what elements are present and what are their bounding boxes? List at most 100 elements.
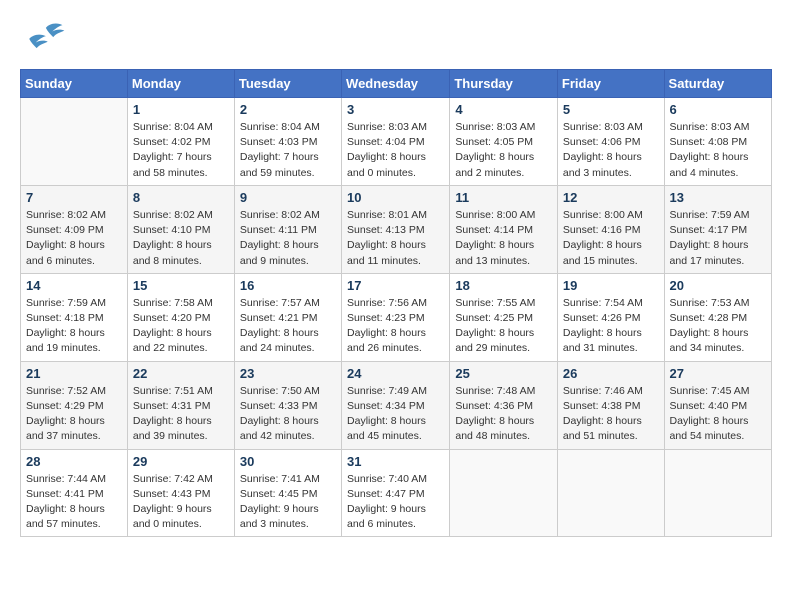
weekday-header-monday: Monday [127, 70, 234, 98]
weekday-header-tuesday: Tuesday [234, 70, 341, 98]
day-number: 21 [26, 366, 122, 381]
calendar-cell: 1 Sunrise: 8:04 AMSunset: 4:02 PMDayligh… [127, 98, 234, 186]
calendar-cell: 28 Sunrise: 7:44 AMSunset: 4:41 PMDaylig… [21, 449, 128, 537]
day-number: 4 [455, 102, 552, 117]
day-info: Sunrise: 8:04 AMSunset: 4:02 PMDaylight:… [133, 121, 213, 179]
day-info: Sunrise: 8:03 AMSunset: 4:06 PMDaylight:… [563, 121, 643, 179]
day-number: 2 [240, 102, 336, 117]
day-number: 30 [240, 454, 336, 469]
day-number: 1 [133, 102, 229, 117]
calendar-cell: 29 Sunrise: 7:42 AMSunset: 4:43 PMDaylig… [127, 449, 234, 537]
calendar-cell: 14 Sunrise: 7:59 AMSunset: 4:18 PMDaylig… [21, 273, 128, 361]
day-number: 24 [347, 366, 444, 381]
calendar-cell: 25 Sunrise: 7:48 AMSunset: 4:36 PMDaylig… [450, 361, 558, 449]
day-info: Sunrise: 8:03 AMSunset: 4:04 PMDaylight:… [347, 121, 427, 179]
page-header [20, 20, 772, 61]
day-number: 23 [240, 366, 336, 381]
week-row-5: 28 Sunrise: 7:44 AMSunset: 4:41 PMDaylig… [21, 449, 772, 537]
day-info: Sunrise: 7:40 AMSunset: 4:47 PMDaylight:… [347, 473, 427, 531]
week-row-3: 14 Sunrise: 7:59 AMSunset: 4:18 PMDaylig… [21, 273, 772, 361]
day-number: 3 [347, 102, 444, 117]
day-number: 15 [133, 278, 229, 293]
calendar-cell: 9 Sunrise: 8:02 AMSunset: 4:11 PMDayligh… [234, 185, 341, 273]
calendar-table: SundayMondayTuesdayWednesdayThursdayFrid… [20, 69, 772, 537]
day-info: Sunrise: 7:41 AMSunset: 4:45 PMDaylight:… [240, 473, 320, 531]
day-number: 29 [133, 454, 229, 469]
day-info: Sunrise: 7:45 AMSunset: 4:40 PMDaylight:… [670, 385, 750, 443]
day-number: 7 [26, 190, 122, 205]
weekday-header-sunday: Sunday [21, 70, 128, 98]
day-number: 27 [670, 366, 766, 381]
calendar-cell: 15 Sunrise: 7:58 AMSunset: 4:20 PMDaylig… [127, 273, 234, 361]
day-number: 31 [347, 454, 444, 469]
week-row-2: 7 Sunrise: 8:02 AMSunset: 4:09 PMDayligh… [21, 185, 772, 273]
calendar-cell: 13 Sunrise: 7:59 AMSunset: 4:17 PMDaylig… [664, 185, 771, 273]
day-info: Sunrise: 8:03 AMSunset: 4:08 PMDaylight:… [670, 121, 750, 179]
day-number: 14 [26, 278, 122, 293]
day-info: Sunrise: 8:00 AMSunset: 4:16 PMDaylight:… [563, 209, 643, 267]
day-number: 8 [133, 190, 229, 205]
weekday-header-thursday: Thursday [450, 70, 558, 98]
day-number: 20 [670, 278, 766, 293]
day-info: Sunrise: 7:46 AMSunset: 4:38 PMDaylight:… [563, 385, 643, 443]
calendar-cell: 17 Sunrise: 7:56 AMSunset: 4:23 PMDaylig… [342, 273, 450, 361]
week-row-1: 1 Sunrise: 8:04 AMSunset: 4:02 PMDayligh… [21, 98, 772, 186]
day-info: Sunrise: 7:51 AMSunset: 4:31 PMDaylight:… [133, 385, 213, 443]
day-info: Sunrise: 8:00 AMSunset: 4:14 PMDaylight:… [455, 209, 535, 267]
calendar-cell [664, 449, 771, 537]
calendar-cell: 5 Sunrise: 8:03 AMSunset: 4:06 PMDayligh… [557, 98, 664, 186]
calendar-cell: 19 Sunrise: 7:54 AMSunset: 4:26 PMDaylig… [557, 273, 664, 361]
calendar-cell [450, 449, 558, 537]
calendar-cell: 18 Sunrise: 7:55 AMSunset: 4:25 PMDaylig… [450, 273, 558, 361]
calendar-cell: 12 Sunrise: 8:00 AMSunset: 4:16 PMDaylig… [557, 185, 664, 273]
weekday-header-row: SundayMondayTuesdayWednesdayThursdayFrid… [21, 70, 772, 98]
calendar-cell: 23 Sunrise: 7:50 AMSunset: 4:33 PMDaylig… [234, 361, 341, 449]
day-info: Sunrise: 7:55 AMSunset: 4:25 PMDaylight:… [455, 297, 535, 355]
day-number: 17 [347, 278, 444, 293]
calendar-cell: 6 Sunrise: 8:03 AMSunset: 4:08 PMDayligh… [664, 98, 771, 186]
calendar-cell: 26 Sunrise: 7:46 AMSunset: 4:38 PMDaylig… [557, 361, 664, 449]
day-info: Sunrise: 7:48 AMSunset: 4:36 PMDaylight:… [455, 385, 535, 443]
day-info: Sunrise: 7:50 AMSunset: 4:33 PMDaylight:… [240, 385, 320, 443]
weekday-header-saturday: Saturday [664, 70, 771, 98]
day-number: 5 [563, 102, 659, 117]
day-number: 6 [670, 102, 766, 117]
calendar-cell [557, 449, 664, 537]
day-number: 10 [347, 190, 444, 205]
day-number: 28 [26, 454, 122, 469]
day-info: Sunrise: 7:52 AMSunset: 4:29 PMDaylight:… [26, 385, 106, 443]
calendar-cell: 10 Sunrise: 8:01 AMSunset: 4:13 PMDaylig… [342, 185, 450, 273]
day-number: 11 [455, 190, 552, 205]
day-info: Sunrise: 7:59 AMSunset: 4:17 PMDaylight:… [670, 209, 750, 267]
calendar-cell: 31 Sunrise: 7:40 AMSunset: 4:47 PMDaylig… [342, 449, 450, 537]
calendar-cell: 27 Sunrise: 7:45 AMSunset: 4:40 PMDaylig… [664, 361, 771, 449]
calendar-cell: 16 Sunrise: 7:57 AMSunset: 4:21 PMDaylig… [234, 273, 341, 361]
day-info: Sunrise: 7:57 AMSunset: 4:21 PMDaylight:… [240, 297, 320, 355]
calendar-cell: 24 Sunrise: 7:49 AMSunset: 4:34 PMDaylig… [342, 361, 450, 449]
day-info: Sunrise: 7:53 AMSunset: 4:28 PMDaylight:… [670, 297, 750, 355]
calendar-cell: 8 Sunrise: 8:02 AMSunset: 4:10 PMDayligh… [127, 185, 234, 273]
day-info: Sunrise: 7:44 AMSunset: 4:41 PMDaylight:… [26, 473, 106, 531]
calendar-cell: 2 Sunrise: 8:04 AMSunset: 4:03 PMDayligh… [234, 98, 341, 186]
logo-icon [20, 20, 68, 61]
calendar-cell: 7 Sunrise: 8:02 AMSunset: 4:09 PMDayligh… [21, 185, 128, 273]
day-info: Sunrise: 8:03 AMSunset: 4:05 PMDaylight:… [455, 121, 535, 179]
calendar-cell: 11 Sunrise: 8:00 AMSunset: 4:14 PMDaylig… [450, 185, 558, 273]
day-number: 16 [240, 278, 336, 293]
day-info: Sunrise: 7:58 AMSunset: 4:20 PMDaylight:… [133, 297, 213, 355]
calendar-cell: 30 Sunrise: 7:41 AMSunset: 4:45 PMDaylig… [234, 449, 341, 537]
day-info: Sunrise: 8:01 AMSunset: 4:13 PMDaylight:… [347, 209, 427, 267]
calendar-cell: 21 Sunrise: 7:52 AMSunset: 4:29 PMDaylig… [21, 361, 128, 449]
calendar-cell: 22 Sunrise: 7:51 AMSunset: 4:31 PMDaylig… [127, 361, 234, 449]
day-info: Sunrise: 8:02 AMSunset: 4:09 PMDaylight:… [26, 209, 106, 267]
day-number: 25 [455, 366, 552, 381]
weekday-header-friday: Friday [557, 70, 664, 98]
calendar-cell: 20 Sunrise: 7:53 AMSunset: 4:28 PMDaylig… [664, 273, 771, 361]
calendar-cell [21, 98, 128, 186]
day-info: Sunrise: 7:59 AMSunset: 4:18 PMDaylight:… [26, 297, 106, 355]
calendar-cell: 4 Sunrise: 8:03 AMSunset: 4:05 PMDayligh… [450, 98, 558, 186]
day-number: 18 [455, 278, 552, 293]
logo [20, 20, 72, 61]
calendar-cell: 3 Sunrise: 8:03 AMSunset: 4:04 PMDayligh… [342, 98, 450, 186]
day-info: Sunrise: 8:02 AMSunset: 4:11 PMDaylight:… [240, 209, 320, 267]
